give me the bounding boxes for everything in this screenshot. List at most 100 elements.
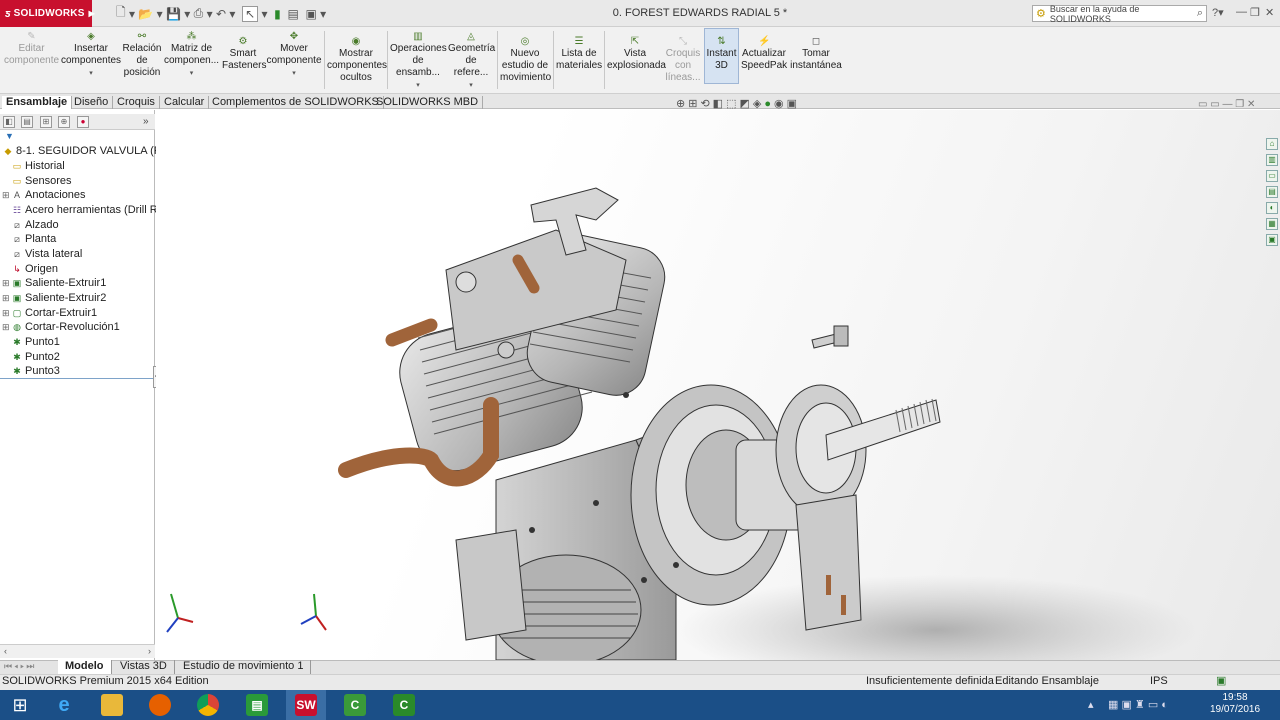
filter-icon[interactable]: ▼ (5, 131, 14, 141)
minimize-icon[interactable]: — (1236, 6, 1247, 18)
scroll-right-icon[interactable]: › (148, 646, 151, 656)
tree-item-material[interactable]: ☷ Acero herramientas (Drill Ro (2, 203, 164, 217)
dropdown-arrow-icon[interactable]: ▾ (266, 68, 322, 80)
show-hidden-button[interactable]: ◉ Mostrar componentes ocultos (327, 37, 387, 84)
taskbar-chrome[interactable] (188, 690, 228, 720)
expand-icon[interactable]: ⊞ (2, 291, 11, 305)
update-speedpak-button[interactable]: ⚡ Actualizar SpeedPak (741, 37, 787, 72)
tab-complementos[interactable]: Complementos de SOLIDWORKS (208, 96, 384, 109)
exploded-view-button[interactable]: ⇱ Vista explosionada (607, 37, 666, 72)
view-orientation-icon[interactable]: ⬚ (726, 98, 739, 110)
tree-item-punto1[interactable]: ✱ Punto1 (2, 335, 60, 349)
taskbar-store[interactable]: ▤ (237, 690, 277, 720)
tree-item-cortar-extruir1[interactable]: ⊞ ▢ Cortar-Extruir1 (2, 306, 97, 320)
assembly-features-button[interactable]: ▥ Operaciones de ensamb... ▾ (390, 32, 447, 92)
section-view-icon[interactable]: ◧ (713, 98, 726, 110)
save-icon[interactable]: 💾 (166, 7, 181, 21)
property-manager-tab-icon[interactable]: ▤ (21, 116, 33, 128)
insert-components-button[interactable]: ◈ Insertar componentes ▾ (61, 32, 121, 80)
tab-solidworks-mbd[interactable]: SOLIDWORKS MBD (372, 96, 484, 109)
hide-show-icon[interactable]: ◈ (753, 98, 764, 110)
dimxpert-tab-icon[interactable]: ⊕ (58, 116, 70, 128)
scroll-left-icon[interactable]: ‹ (4, 646, 7, 656)
print-icon[interactable]: ⎙ (194, 6, 204, 21)
tree-item-sensores[interactable]: ▭ Sensores (2, 174, 72, 188)
dropdown-arrow-icon[interactable]: ▾ (390, 80, 446, 92)
resources-icon[interactable]: ⌂ (1266, 138, 1278, 150)
display-manager-tab-icon[interactable]: ● (77, 116, 89, 128)
move-component-button[interactable]: ✥ Mover componente ▾ (266, 32, 322, 80)
instant3d-button[interactable]: ⇅ Instant 3D (704, 37, 739, 72)
dropdown-arrow-icon[interactable]: ▾ (448, 80, 494, 92)
edit-component-button[interactable]: ✎ Editar componente (4, 32, 59, 67)
rebuild-icon[interactable]: ▮ (274, 7, 281, 21)
taskbar-ie[interactable]: e (44, 690, 84, 720)
tree-item-saliente-extruir2[interactable]: ⊞ ▣ Saliente-Extruir2 (2, 291, 106, 305)
take-snapshot-button[interactable]: ◻ Tomar instantánea (789, 37, 843, 72)
expand-panel-icon[interactable]: » (143, 116, 149, 127)
tree-item-anotaciones[interactable]: ⊞ A Anotaciones (2, 188, 86, 202)
tree-item-cortar-revolucion1[interactable]: ⊞ ◍ Cortar-Revolución1 (2, 320, 120, 334)
help-menu-icon[interactable]: ?▾ (1212, 6, 1224, 19)
solidworks-forum-icon[interactable]: ▣ (1266, 234, 1278, 246)
expand-icon[interactable]: ⊞ (2, 320, 11, 334)
mate-button[interactable]: ⚯ Relación de posición (122, 32, 162, 79)
smart-fasteners-button[interactable]: ⚙ Smart Fasteners (222, 37, 266, 72)
restore-icon[interactable]: ❐ (1250, 6, 1260, 19)
tab-ensamblaje[interactable]: Ensamblaje (2, 96, 73, 109)
rollback-bar[interactable] (0, 378, 155, 379)
tab-scroll-icon[interactable]: ⏮◂▸⏭ (4, 661, 36, 672)
tab-estudio-movimiento[interactable]: Estudio de movimiento 1 (176, 660, 312, 674)
select-icon[interactable]: ↖ (242, 5, 259, 22)
pattern-button[interactable]: ⁂ Matriz de componen... ▾ (164, 32, 219, 80)
viewport-restore-icon[interactable]: ▭ ▭ — ❐ ✕ (1198, 99, 1255, 110)
close-icon[interactable]: ✕ (1265, 6, 1274, 19)
tree-item-saliente-extruir1[interactable]: ⊞ ▣ Saliente-Extruir1 (2, 276, 106, 290)
display-style-icon[interactable]: ◩ (739, 98, 752, 110)
new-doc-icon[interactable]: 🗋 (116, 3, 126, 24)
taskbar-camtasia-recorder[interactable]: C (384, 690, 424, 720)
graphics-area[interactable] (156, 110, 1280, 685)
dropdown-arrow-icon[interactable]: ▾ (61, 68, 121, 80)
reference-geometry-button[interactable]: ◬ Geometría de refere... ▾ (448, 32, 495, 92)
view-palette-icon[interactable]: ▤ (1266, 186, 1278, 198)
taskbar-solidworks[interactable]: SW (286, 690, 326, 720)
tab-croquis[interactable]: Croquis (113, 96, 160, 109)
expand-icon[interactable]: ⊞ (2, 188, 11, 202)
tab-diseno[interactable]: Diseño (70, 96, 114, 109)
help-search-input[interactable]: ⚙ Buscar en la ayuda de SOLIDWORKS ⌕ (1032, 4, 1207, 24)
undo-icon[interactable]: ↶ (216, 7, 226, 21)
taskbar-firefox[interactable] (140, 690, 180, 720)
zoom-to-fit-icon[interactable]: ⊕ (676, 98, 688, 110)
scene-icon[interactable]: ◉ (774, 98, 787, 110)
status-units[interactable]: IPS (1150, 675, 1168, 687)
tray-expand-icon[interactable]: ▴ (1088, 698, 1094, 711)
dropdown-arrow-icon[interactable]: ▾ (164, 68, 219, 80)
tree-item-alzado[interactable]: ⧄ Alzado (2, 218, 59, 232)
panel-horizontal-scrollbar[interactable]: ‹ › (0, 644, 155, 658)
feature-tree-tab-icon[interactable]: ◧ (3, 116, 15, 128)
appearances-icon[interactable]: ◐ (1266, 202, 1278, 214)
taskbar-explorer[interactable] (92, 690, 132, 720)
previous-view-icon[interactable]: ⟲ (700, 98, 712, 110)
search-icon[interactable]: ⌕ (1197, 7, 1203, 20)
customize-status-icon[interactable]: ▣ (1216, 674, 1226, 687)
tree-item-historial[interactable]: ▭ Historial (2, 159, 65, 173)
expand-icon[interactable]: ⊞ (2, 276, 11, 290)
expand-icon[interactable]: ⊞ (2, 306, 11, 320)
open-icon[interactable]: 📂 (138, 7, 153, 21)
edit-appearance-icon[interactable]: ● (764, 98, 774, 110)
new-motion-study-button[interactable]: ◎ Nuevo estudio de movimiento (500, 37, 551, 84)
view-settings-icon[interactable]: ▣ (787, 98, 800, 110)
start-button[interactable]: ⊞ (0, 690, 40, 720)
explode-line-sketch-button[interactable]: ⤡ Croquis con líneas... (665, 37, 701, 84)
tab-vistas-3d[interactable]: Vistas 3D (113, 660, 175, 674)
taskbar-camtasia[interactable]: C (335, 690, 375, 720)
tab-calcular[interactable]: Calcular (160, 96, 210, 109)
tree-item-origen[interactable]: ↳ Origen (2, 262, 58, 276)
design-library-icon[interactable]: ▥ (1266, 154, 1278, 166)
tab-modelo[interactable]: Modelo (58, 660, 112, 674)
file-properties-icon[interactable]: ▤ (287, 7, 298, 21)
tree-item-punto2[interactable]: ✱ Punto2 (2, 350, 60, 364)
custom-properties-icon[interactable]: ▦ (1266, 218, 1278, 230)
